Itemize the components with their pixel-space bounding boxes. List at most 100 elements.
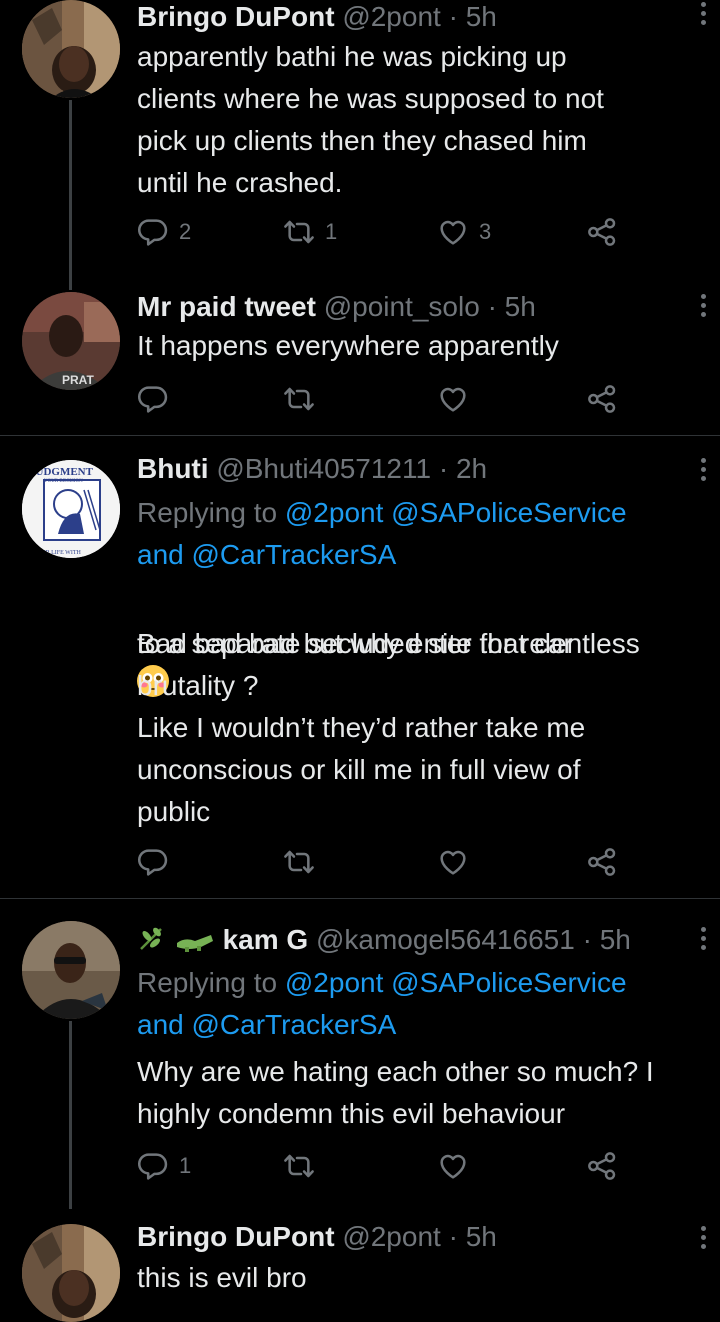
share-button[interactable]: [586, 1150, 618, 1182]
reply-icon: [137, 846, 169, 878]
share-icon: [586, 216, 618, 248]
tweet-text-continued: to a separate secluded site for relentle…: [137, 628, 640, 827]
display-name[interactable]: Bringo DuPont: [137, 1, 335, 32]
crocodile-emoji-icon: [175, 925, 215, 955]
reply-icon: [137, 383, 169, 415]
share-icon: [586, 383, 618, 415]
retweet-button[interactable]: [283, 383, 315, 415]
like-count: 3: [479, 219, 492, 244]
tweet-2[interactable]: PRAT Mr paid tweet @point_solo · 5h It h…: [0, 290, 720, 435]
tweet-text: this is evil bro: [137, 1262, 307, 1293]
tweet-3[interactable]: JUDGMENT YOUR DECISION IS YOUR LIFE WITH…: [0, 436, 720, 898]
tweet-5[interactable]: Bringo DuPont @2pont · 5h this is evil b…: [0, 1220, 720, 1322]
heart-icon: [437, 846, 469, 878]
display-name[interactable]: Bringo DuPont: [137, 1221, 335, 1252]
retweet-button[interactable]: 1: [283, 216, 337, 248]
retweet-button[interactable]: [283, 1150, 315, 1182]
avatar-text-top: JUDGMENT: [30, 466, 94, 478]
mention-link[interactable]: @SAPoliceService: [391, 967, 626, 998]
tweet-header: Mr paid tweet @point_solo · 5h: [137, 290, 680, 324]
tweet-actions: 2 1 3: [137, 216, 637, 256]
display-name[interactable]: Mr paid tweet: [137, 291, 316, 322]
display-name[interactable]: kam G: [223, 924, 309, 955]
tweet-actions: 1: [137, 1150, 637, 1190]
user-handle[interactable]: @kamogel56416651: [316, 924, 575, 955]
reply-button[interactable]: 2: [137, 216, 191, 248]
reply-button[interactable]: [137, 383, 169, 415]
heart-icon: [437, 1150, 469, 1182]
avatar[interactable]: [22, 1224, 120, 1322]
like-button[interactable]: [437, 383, 469, 415]
tweet-text: apparently bathi he was picking up clien…: [137, 41, 604, 198]
reply-count: 2: [179, 219, 192, 244]
mention-link[interactable]: @SAPoliceService: [391, 497, 626, 528]
avatar-text-bottom: IS YOUR LIFE WITH: [26, 550, 81, 556]
more-options-icon[interactable]: [700, 1226, 706, 1249]
share-button[interactable]: [586, 383, 618, 415]
share-button[interactable]: [586, 216, 618, 248]
like-button[interactable]: [437, 1150, 469, 1182]
mention-link[interactable]: @2pont: [285, 497, 384, 528]
retweet-count: 1: [325, 219, 338, 244]
like-button[interactable]: [437, 846, 469, 878]
tweet-4[interactable]: kam G @kamogel56416651 · 5h Replying to …: [0, 899, 720, 1209]
avatar[interactable]: PRAT: [22, 292, 120, 390]
retweet-icon: [283, 846, 315, 878]
user-handle[interactable]: @2pont: [342, 1, 441, 32]
mention-link[interactable]: @2pont: [285, 967, 384, 998]
reply-icon: [137, 216, 169, 248]
like-button[interactable]: 3: [437, 216, 491, 248]
separator-dot: ·: [438, 453, 449, 484]
avatar[interactable]: [22, 921, 120, 1019]
avatar-text-sub: YOUR DECISION: [44, 479, 83, 484]
replying-to-label: Replying to: [137, 497, 278, 528]
timestamp[interactable]: 5h: [600, 924, 631, 955]
reply-button[interactable]: [137, 846, 169, 878]
tweet-header: Bhuti @Bhuti40571211 · 2h: [137, 452, 680, 486]
replying-to-label: Replying to: [137, 967, 278, 998]
retweet-icon: [283, 1150, 315, 1182]
more-options-icon[interactable]: [700, 294, 706, 317]
retweet-icon: [283, 383, 315, 415]
mention-link[interactable]: @CarTrackerSA: [192, 1009, 397, 1040]
tweet-actions: [137, 846, 637, 886]
tweet-header: kam G @kamogel56416651 · 5h: [137, 923, 680, 957]
avatar[interactable]: [22, 0, 120, 98]
user-handle[interactable]: @Bhuti40571211: [216, 453, 431, 484]
tweet-1[interactable]: Bringo DuPont @2pont · 5h apparently bat…: [0, 0, 720, 290]
replying-to: Replying to @2pont @SAPoliceService and …: [137, 962, 712, 1046]
timestamp[interactable]: 5h: [466, 1, 497, 32]
retweet-button[interactable]: [283, 846, 315, 878]
herb-emoji-icon: [137, 923, 167, 953]
and-label: and: [137, 539, 184, 570]
separator-dot: ·: [582, 924, 592, 955]
timestamp[interactable]: 2h: [456, 453, 487, 484]
display-name[interactable]: Bhuti: [137, 453, 209, 484]
tweet-actions: [137, 383, 637, 423]
user-handle[interactable]: @point_solo: [324, 291, 480, 322]
share-button[interactable]: [586, 846, 618, 878]
reply-icon: [137, 1150, 169, 1182]
more-options-icon[interactable]: [700, 458, 706, 481]
user-handle[interactable]: @2pont: [342, 1221, 441, 1252]
heart-icon: [437, 383, 469, 415]
more-options-icon[interactable]: [700, 2, 706, 25]
timestamp[interactable]: 5h: [505, 291, 536, 322]
tweet-text: It happens everywhere apparently: [137, 330, 559, 361]
share-icon: [586, 1150, 618, 1182]
thread-line: [69, 1021, 72, 1209]
heart-icon: [437, 216, 469, 248]
separator-dot: ·: [448, 1221, 458, 1252]
reply-count: 1: [179, 1153, 192, 1178]
and-label: and: [137, 1009, 184, 1040]
tweet-text: Why are we hating each other so much? I …: [137, 1056, 654, 1129]
avatar[interactable]: JUDGMENT YOUR DECISION IS YOUR LIFE WITH: [22, 460, 120, 558]
timestamp[interactable]: 5h: [466, 1221, 497, 1252]
share-icon: [586, 846, 618, 878]
reply-button[interactable]: 1: [137, 1150, 191, 1182]
more-options-icon[interactable]: [700, 927, 706, 950]
tweet-header: Bringo DuPont @2pont · 5h: [137, 0, 680, 34]
svg-text:PRAT: PRAT: [62, 373, 94, 387]
tweet-header: Bringo DuPont @2pont · 5h: [137, 1220, 680, 1254]
mention-link[interactable]: @CarTrackerSA: [192, 539, 397, 570]
